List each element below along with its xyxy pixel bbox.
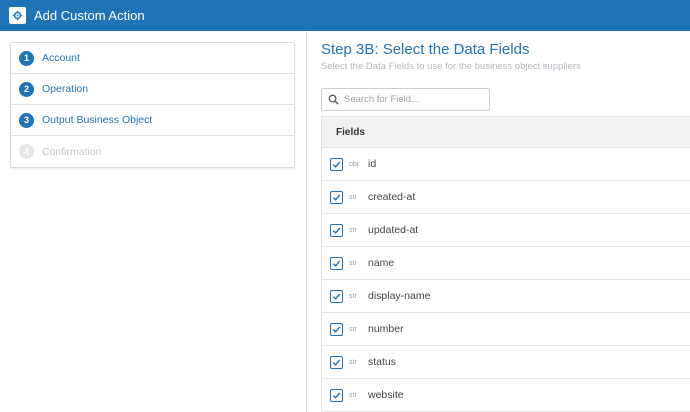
field-checkbox[interactable] <box>330 256 343 270</box>
checkmark-icon <box>332 194 341 201</box>
step-number: 4 <box>19 144 34 159</box>
field-type-label: str <box>349 325 357 333</box>
field-type-label: str <box>349 358 357 366</box>
checkmark-icon <box>332 326 341 333</box>
field-checkbox[interactable] <box>330 355 343 369</box>
step-number: 3 <box>19 112 34 128</box>
step-label: Output Business Object <box>42 114 153 126</box>
wizard-sidebar: 1 Account 2 Operation 3 Output Business … <box>0 31 307 412</box>
search-input[interactable] <box>344 94 484 105</box>
field-checkbox[interactable] <box>330 289 343 303</box>
step-label: Operation <box>42 83 89 95</box>
field-name: created-at <box>368 191 416 203</box>
main-panel: Step 3B: Select the Data Fields Select t… <box>308 31 690 412</box>
step-confirmation: 4 Confirmation <box>11 136 294 167</box>
field-name: id <box>368 158 377 170</box>
field-type-label: str <box>349 193 357 201</box>
field-type-label: str <box>349 226 357 234</box>
step-label: Confirmation <box>42 145 102 158</box>
page-subtitle: Select the Data Fields to use for the bu… <box>321 61 581 72</box>
field-type-label: str <box>349 259 357 267</box>
step-output-business-object[interactable]: 3 Output Business Object <box>11 105 294 136</box>
checkmark-icon <box>332 392 341 399</box>
fields-table: Fields obj id str created-at str updated-at st… <box>321 116 690 412</box>
checkmark-icon <box>332 293 341 300</box>
checkmark-icon <box>332 260 341 267</box>
step-operation[interactable]: 2 Operation <box>11 74 294 105</box>
step-number: 1 <box>19 50 34 66</box>
field-name: status <box>368 356 397 368</box>
step-number: 2 <box>19 81 34 97</box>
table-header: Fields <box>322 116 690 148</box>
table-row[interactable]: str created-at <box>322 181 690 214</box>
field-checkbox[interactable] <box>330 322 343 336</box>
app-logo-icon <box>9 7 26 24</box>
table-row[interactable]: str number <box>322 313 690 346</box>
checkmark-icon <box>332 359 341 366</box>
field-search[interactable] <box>321 88 490 111</box>
table-row[interactable]: str display-name <box>322 280 690 313</box>
field-checkbox[interactable] <box>330 223 343 237</box>
step-label: Account <box>42 52 80 64</box>
wizard-steps: 1 Account 2 Operation 3 Output Business … <box>10 42 295 168</box>
table-row[interactable]: str updated-at <box>322 214 690 247</box>
checkmark-icon <box>332 161 341 168</box>
column-header-fields: Fields <box>336 126 365 138</box>
table-row[interactable]: str name <box>322 247 690 280</box>
field-checkbox[interactable] <box>330 190 343 204</box>
field-type-label: str <box>349 391 357 399</box>
field-name: name <box>368 257 395 269</box>
page-title: Step 3B: Select the Data Fields <box>321 41 530 58</box>
field-name: display-name <box>368 290 431 302</box>
field-type-label: obj <box>349 160 359 168</box>
dialog-title: Add Custom Action <box>34 8 145 23</box>
step-account[interactable]: 1 Account <box>11 43 294 74</box>
field-checkbox[interactable] <box>330 388 343 402</box>
checkmark-icon <box>332 227 341 234</box>
field-checkbox[interactable] <box>330 157 343 171</box>
table-row[interactable]: str status <box>322 346 690 379</box>
search-icon <box>328 94 339 105</box>
table-row[interactable]: obj id <box>322 148 690 181</box>
app-header: Add Custom Action <box>0 0 690 31</box>
field-type-label: str <box>349 292 357 300</box>
field-name: updated-at <box>368 224 419 236</box>
field-name: number <box>368 323 404 335</box>
table-row[interactable]: str website <box>322 379 690 412</box>
field-name: website <box>368 389 404 401</box>
